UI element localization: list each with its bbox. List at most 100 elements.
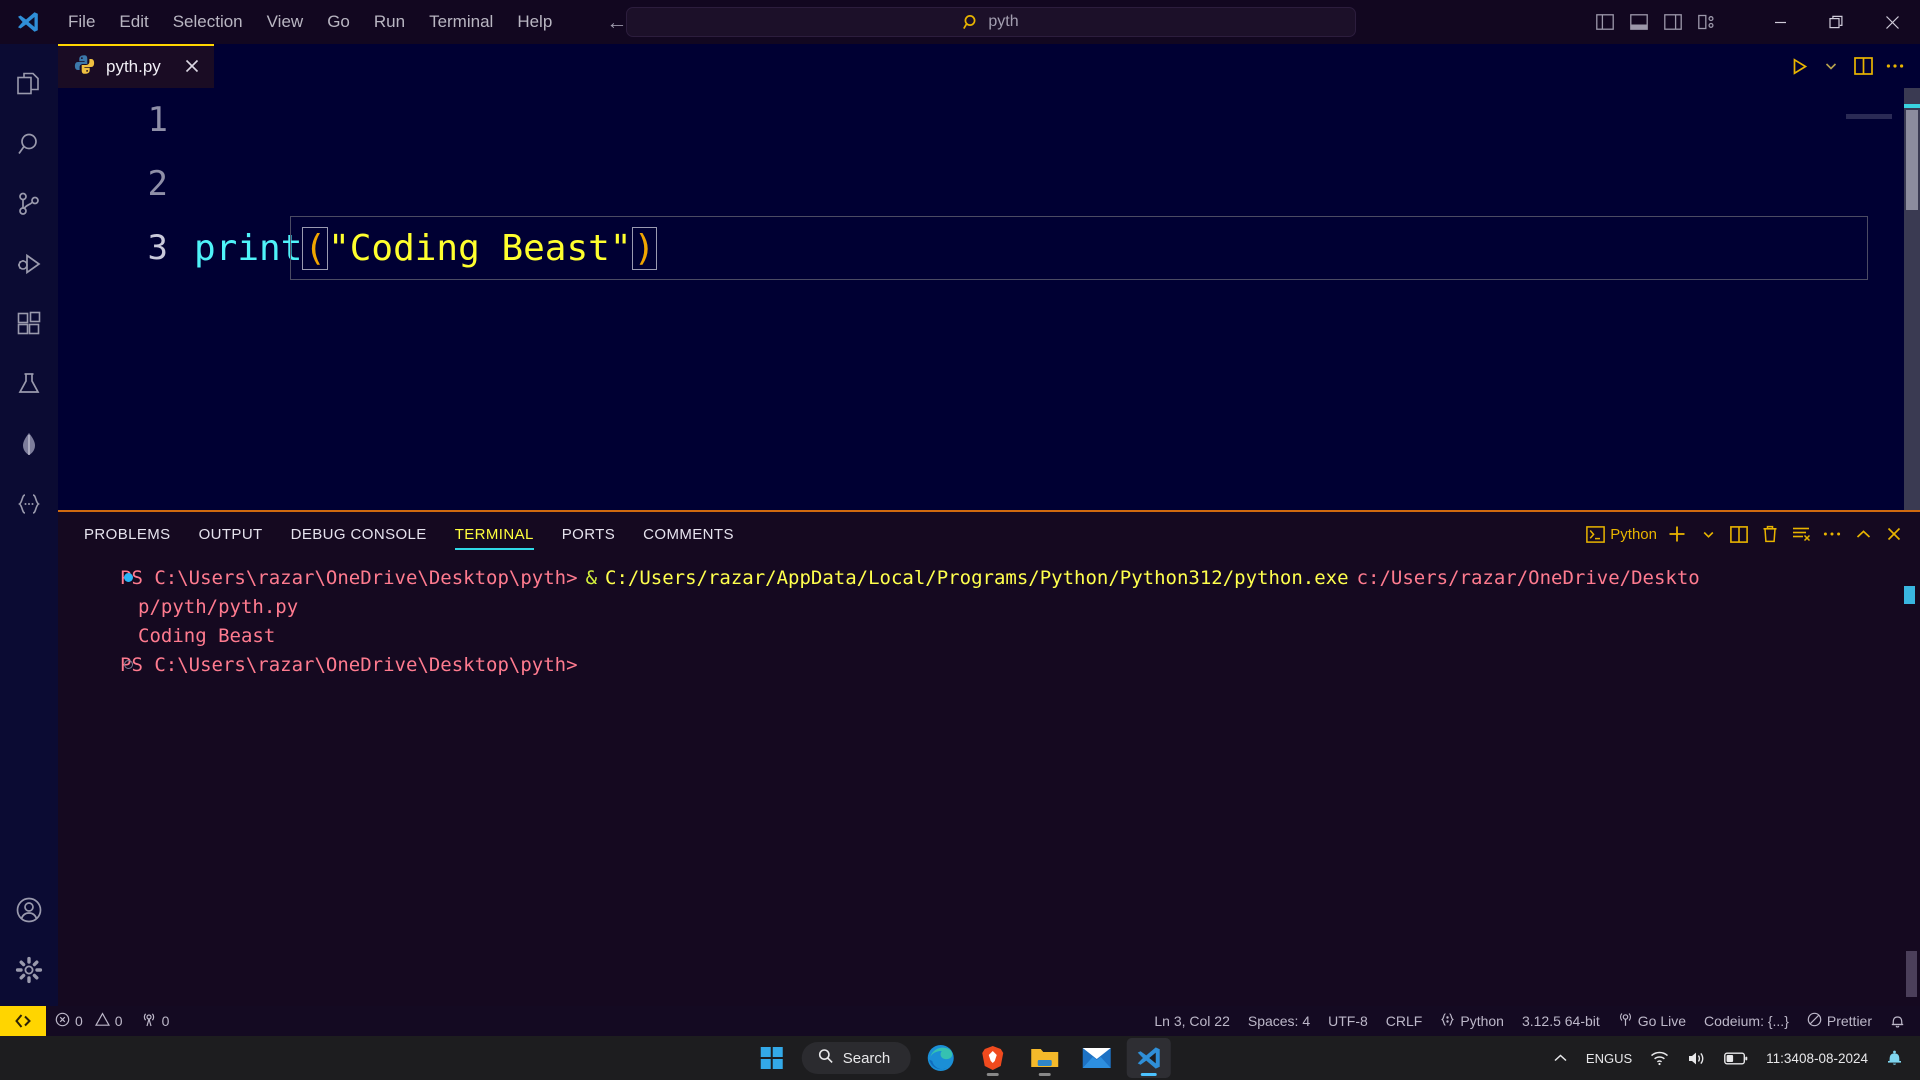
terminal-scrollbar[interactable]: [1904, 556, 1920, 1008]
code-line-1: 1: [58, 88, 1920, 152]
status-language-mode[interactable]: Python: [1431, 1006, 1513, 1036]
menu-file[interactable]: File: [56, 8, 107, 36]
windows-taskbar: Search ENG US 11:34 08-08-2024: [0, 1036, 1920, 1080]
tray-notification-bell-icon[interactable]: [1879, 1038, 1910, 1078]
restore-icon[interactable]: [1808, 0, 1864, 44]
status-notifications-bell-icon[interactable]: [1881, 1006, 1914, 1036]
status-python-interpreter[interactable]: 3.12.5 64-bit: [1513, 1006, 1609, 1036]
command-success-marker-icon: [124, 573, 133, 582]
status-errors-count: 0: [75, 1013, 83, 1029]
clear-terminal-icon[interactable]: [1787, 519, 1815, 549]
status-eol[interactable]: CRLF: [1377, 1006, 1432, 1036]
tab-comments[interactable]: COMMENTS: [643, 512, 734, 556]
menu-edit[interactable]: Edit: [107, 8, 160, 36]
tab-pyth-py[interactable]: pyth.py: [58, 44, 214, 88]
run-options-chevron-down-icon[interactable]: [1816, 50, 1846, 82]
accounts-icon[interactable]: [0, 880, 58, 940]
new-terminal-plus-icon[interactable]: [1663, 519, 1691, 549]
sidebar-item-snippets[interactable]: [0, 474, 58, 534]
status-cursor-position[interactable]: Ln 3, Col 22: [1145, 1006, 1239, 1036]
toggle-secondary-sidebar-icon[interactable]: [1656, 0, 1690, 44]
activity-bar-bottom: [0, 880, 58, 1006]
menu-selection[interactable]: Selection: [161, 8, 255, 36]
sidebar-item-search[interactable]: [0, 114, 58, 174]
split-terminal-icon[interactable]: [1725, 519, 1753, 549]
token-open-paren: (: [302, 226, 329, 270]
code-editor[interactable]: 1 2 3 print("Coding Beast"): [58, 88, 1920, 510]
tab-debug-console[interactable]: DEBUG CONSOLE: [291, 512, 427, 556]
activity-bar-top: [0, 44, 58, 534]
go-back-icon[interactable]: ←: [606, 12, 627, 33]
prettier-icon: [1807, 1012, 1822, 1030]
close-panel-icon[interactable]: [1880, 519, 1908, 549]
tray-overflow-chevron-up-icon[interactable]: [1546, 1038, 1575, 1078]
taskbar-app-brave[interactable]: [970, 1038, 1014, 1078]
status-codeium[interactable]: Codeium: {...}: [1695, 1006, 1798, 1036]
menu-terminal[interactable]: Terminal: [417, 8, 505, 36]
toggle-panel-icon[interactable]: [1622, 0, 1656, 44]
terminal-more-actions-ellipsis-icon[interactable]: [1818, 519, 1846, 549]
command-idle-marker-icon: [124, 660, 133, 669]
tray-battery-icon[interactable]: [1717, 1038, 1755, 1078]
tray-wifi-icon[interactable]: [1643, 1038, 1676, 1078]
menu-run[interactable]: Run: [362, 8, 417, 36]
tab-problems[interactable]: PROBLEMS: [84, 512, 171, 556]
split-editor-icon[interactable]: [1848, 50, 1878, 82]
taskbar-app-edge[interactable]: [918, 1038, 962, 1078]
tray-volume-icon[interactable]: [1680, 1038, 1713, 1078]
customize-layout-icon[interactable]: [1690, 0, 1724, 44]
status-go-live[interactable]: Go Live: [1609, 1006, 1695, 1036]
gear-icon[interactable]: [0, 940, 58, 1000]
terminal-program-output: Coding Beast: [138, 625, 276, 647]
taskbar-app-file-explorer[interactable]: [1022, 1038, 1066, 1078]
tab-ports[interactable]: PORTS: [562, 512, 615, 556]
status-errors[interactable]: 0 0: [46, 1006, 132, 1036]
terminal-output[interactable]: PS C:\Users\razar\OneDrive\Desktop\pyth>…: [58, 556, 1920, 680]
taskbar-start-button[interactable]: [750, 1038, 794, 1078]
terminal-shell-indicator[interactable]: Python: [1583, 519, 1660, 549]
maximize-panel-chevron-up-icon[interactable]: [1849, 519, 1877, 549]
sidebar-item-source-control[interactable]: [0, 174, 58, 234]
close-icon[interactable]: [1864, 0, 1920, 44]
menu-help[interactable]: Help: [505, 8, 564, 36]
line-number: 1: [147, 100, 168, 140]
status-warnings-count: 0: [114, 1013, 123, 1029]
taskbar-app-mail[interactable]: [1074, 1038, 1118, 1078]
terminal-profile-chevron-down-icon[interactable]: [1694, 519, 1722, 549]
command-center-search[interactable]: pyth: [626, 7, 1356, 37]
status-language-label: Python: [1460, 1013, 1504, 1029]
tray-clock[interactable]: 11:34 08-08-2024: [1759, 1038, 1875, 1078]
radio-tower-icon: [141, 1012, 157, 1030]
status-encoding[interactable]: UTF-8: [1319, 1006, 1377, 1036]
editor-more-actions-ellipsis-icon[interactable]: [1880, 50, 1910, 82]
terminal-scroll-thumb[interactable]: [1906, 951, 1917, 997]
sidebar-item-extensions[interactable]: [0, 294, 58, 354]
tray-language-indicator[interactable]: ENG US: [1579, 1038, 1639, 1078]
status-ports[interactable]: 0: [132, 1006, 179, 1036]
taskbar-search[interactable]: Search: [801, 1042, 911, 1074]
kill-terminal-trash-icon[interactable]: [1756, 519, 1784, 549]
sidebar-item-run-and-debug[interactable]: [0, 234, 58, 294]
taskbar-active-dot: [1140, 1073, 1157, 1076]
status-indentation[interactable]: Spaces: 4: [1239, 1006, 1319, 1036]
status-prettier[interactable]: Prettier: [1798, 1006, 1881, 1036]
editor-scrollbar[interactable]: [1904, 88, 1920, 510]
tab-terminal[interactable]: TERMINAL: [454, 512, 534, 556]
menu-view[interactable]: View: [255, 8, 316, 36]
minimize-icon[interactable]: [1752, 0, 1808, 44]
panel-actions: Python: [1583, 512, 1908, 556]
tab-output[interactable]: OUTPUT: [199, 512, 263, 556]
menu-go[interactable]: Go: [315, 8, 362, 36]
run-python-file-icon[interactable]: [1784, 50, 1814, 82]
sidebar-item-explorer[interactable]: [0, 54, 58, 114]
sidebar-item-mongodb[interactable]: [0, 414, 58, 474]
sidebar-item-testing[interactable]: [0, 354, 58, 414]
scrollbar-thumb[interactable]: [1906, 110, 1918, 210]
taskbar-apps: Search: [750, 1038, 1171, 1078]
token-function-print: print: [194, 227, 303, 269]
toggle-primary-sidebar-icon[interactable]: [1588, 0, 1622, 44]
remote-window-icon[interactable]: [0, 1006, 46, 1036]
tab-close-icon[interactable]: [184, 58, 200, 77]
terminal-script-path-wrap: p/pyth/pyth.py: [138, 596, 299, 618]
taskbar-app-vscode[interactable]: [1126, 1038, 1171, 1078]
